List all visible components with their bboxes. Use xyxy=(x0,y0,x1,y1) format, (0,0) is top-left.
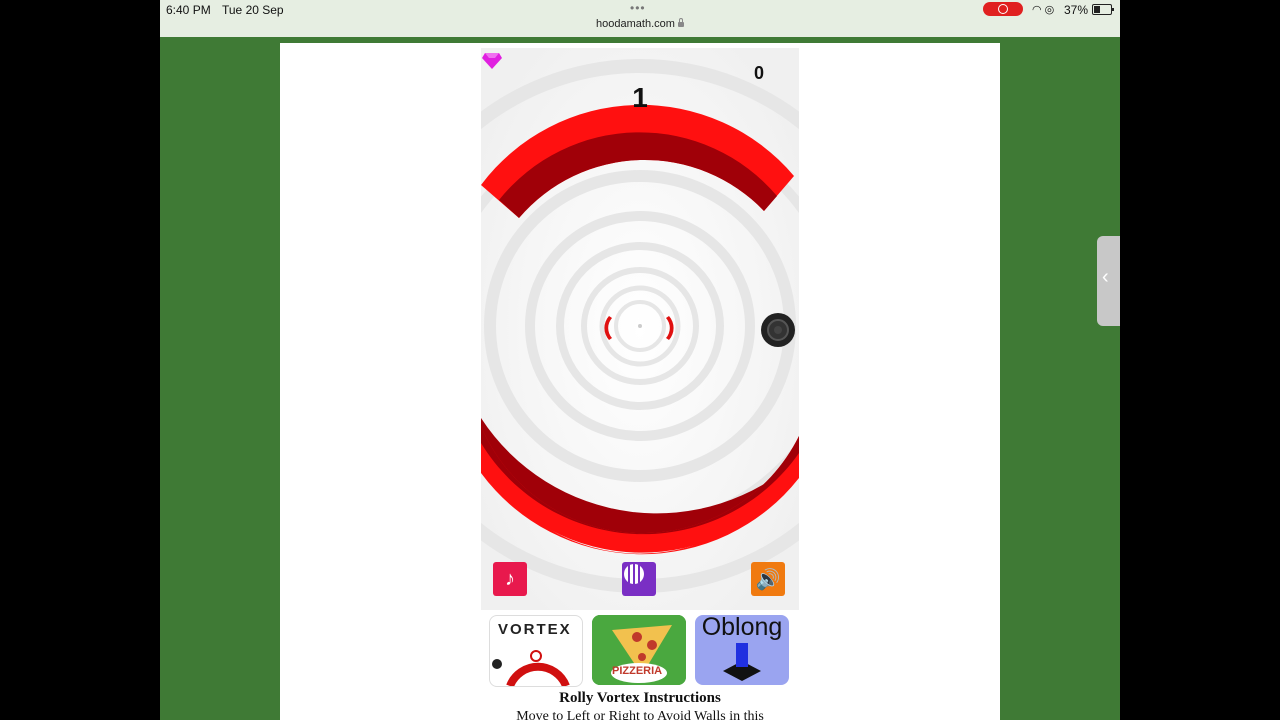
related-game-pizzeria[interactable]: PIZZERIA xyxy=(592,615,686,685)
side-panel-handle[interactable]: ‹ xyxy=(1097,236,1120,326)
score-display: 1 xyxy=(632,82,648,113)
chevron-left-icon: ‹ xyxy=(1102,266,1109,288)
battery-percent: 37% xyxy=(1064,3,1089,17)
instructions-title: Rolly Vortex Instructions xyxy=(559,690,721,706)
music-toggle-button[interactable]: ♪ xyxy=(493,562,527,596)
ball-skin-button[interactable] xyxy=(622,562,656,596)
music-note-icon: ♪ xyxy=(505,567,515,590)
web-page: 0 1 ♪ 🔊 VORTEX PIZZERIA Oblong Rolly Vor… xyxy=(280,43,1000,720)
ball-skin-icon xyxy=(624,564,644,584)
tab-menu-dots[interactable]: ••• xyxy=(630,1,646,15)
status-date: Tue 20 Sep xyxy=(222,3,284,17)
wifi-icon: ◠ ◎ xyxy=(1032,4,1055,16)
gem-count: 0 xyxy=(754,63,765,83)
game-canvas[interactable]: 0 1 ♪ 🔊 xyxy=(481,48,799,610)
battery-icon xyxy=(1092,4,1114,15)
player-ball xyxy=(761,313,795,347)
url-text: hoodamath.com xyxy=(596,18,675,30)
status-bar: 6:40 PM Tue 20 Sep ••• hoodamath.com ◠ ◎… xyxy=(160,0,1120,37)
gem-icon xyxy=(482,53,502,69)
screen-recording-icon[interactable] xyxy=(983,2,1023,16)
related-game-vortex[interactable]: VORTEX xyxy=(489,615,583,687)
thumb-title: VORTEX xyxy=(498,621,572,638)
status-time: 6:40 PM xyxy=(166,3,211,17)
address-bar[interactable]: hoodamath.com xyxy=(160,17,1120,30)
vortex-scene xyxy=(481,48,799,610)
sound-toggle-button[interactable]: 🔊 xyxy=(751,562,785,596)
instructions-text: Move to Left or Right to Avoid Walls in … xyxy=(516,709,764,720)
speaker-icon: 🔊 xyxy=(755,568,781,591)
ipad-screen: 6:40 PM Tue 20 Sep ••• hoodamath.com ◠ ◎… xyxy=(160,0,1120,720)
thumb-title: PIZZERIA xyxy=(612,665,663,677)
thumb-title: Oblong xyxy=(701,615,783,641)
lock-icon xyxy=(677,17,684,27)
related-game-oblong[interactable]: Oblong xyxy=(695,615,789,685)
